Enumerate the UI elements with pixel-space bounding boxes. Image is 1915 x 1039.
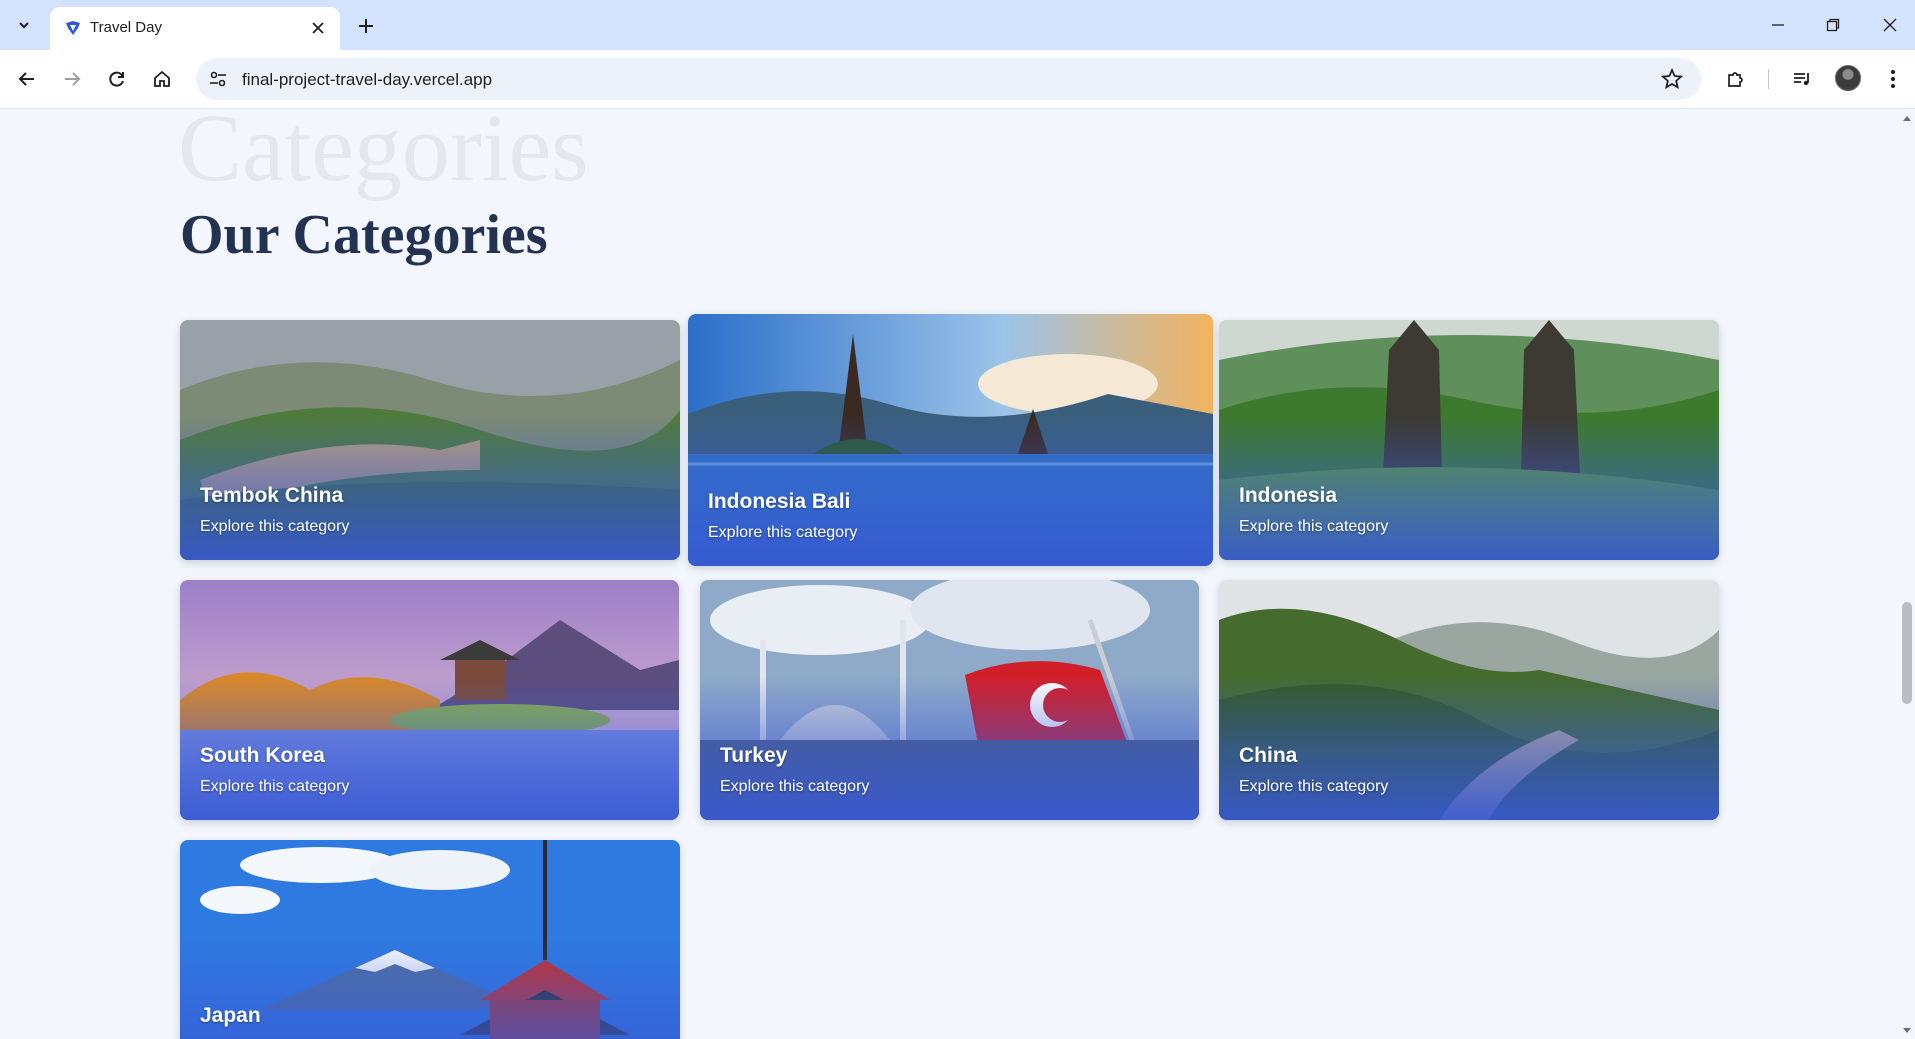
- category-card-indonesia-bali[interactable]: Indonesia Bali Explore this category: [688, 314, 1213, 566]
- category-card-tembok-china[interactable]: Tembok China Explore this category: [180, 320, 680, 560]
- media-control-icon: [1794, 73, 1809, 86]
- url-text[interactable]: final-project-travel-day.vercel.app: [242, 70, 492, 90]
- extensions-icon: [1728, 72, 1743, 87]
- home-icon: [154, 70, 170, 87]
- tab-strip: Travel Day: [0, 0, 1915, 50]
- category-card-indonesia[interactable]: Indonesia Explore this category: [1219, 320, 1719, 560]
- card-title: Japan: [200, 1004, 261, 1027]
- toolbar-divider: [1768, 69, 1769, 89]
- tab-search-button[interactable]: [10, 12, 38, 38]
- star-icon[interactable]: [1661, 68, 1683, 90]
- browser-toolbar: final-project-travel-day.vercel.app: [0, 50, 1915, 109]
- media-control-button[interactable]: [1786, 63, 1818, 95]
- scroll-down-arrow[interactable]: [1903, 1028, 1911, 1033]
- card-subtitle: Explore this category: [1239, 778, 1389, 795]
- more-icon: [1891, 70, 1895, 88]
- restore-button[interactable]: [1810, 8, 1856, 42]
- card-title: South Korea: [200, 744, 325, 767]
- card-subtitle: Explore this category: [200, 518, 350, 535]
- close-icon: [312, 22, 324, 34]
- window-close-button[interactable]: [1867, 8, 1913, 42]
- extensions-button[interactable]: [1720, 63, 1752, 95]
- card-subtitle: Explore this category: [708, 524, 858, 541]
- card-title: Indonesia Bali: [708, 490, 851, 513]
- vertical-scrollbar[interactable]: [1899, 110, 1915, 1039]
- forward-icon: [65, 72, 81, 86]
- favicon-icon: [66, 21, 80, 35]
- tab-title: Travel Day: [90, 19, 162, 36]
- address-bar[interactable]: final-project-travel-day.vercel.app: [196, 58, 1701, 100]
- page-title: Our Categories: [180, 204, 548, 266]
- page-viewport: Categories Our Categories Tembok China E…: [0, 110, 1899, 1039]
- site-settings-icon[interactable]: [208, 69, 228, 89]
- category-card-turkey[interactable]: Turkey Explore this category: [700, 580, 1199, 820]
- minimize-icon: [1772, 24, 1784, 26]
- card-title: Tembok China: [200, 484, 344, 507]
- avatar[interactable]: [1835, 65, 1861, 91]
- back-icon: [18, 72, 34, 86]
- active-tab[interactable]: Travel Day: [50, 7, 340, 50]
- forward-button[interactable]: [56, 63, 88, 95]
- back-button[interactable]: [11, 63, 43, 95]
- restore-icon: [1826, 18, 1840, 32]
- home-button[interactable]: [146, 63, 178, 95]
- card-subtitle: Explore this category: [720, 778, 870, 795]
- card-subtitle: Explore this category: [200, 778, 350, 795]
- category-card-china[interactable]: China Explore this category: [1219, 580, 1719, 820]
- window-close-icon: [1883, 18, 1897, 32]
- new-tab-button[interactable]: [352, 12, 380, 40]
- card-title: Turkey: [720, 744, 788, 767]
- minimize-button[interactable]: [1755, 8, 1801, 42]
- card-subtitle: Explore this category: [1239, 518, 1389, 535]
- category-card-south-korea[interactable]: South Korea Explore this category: [180, 580, 679, 820]
- scrollbar-thumb[interactable]: [1902, 602, 1912, 704]
- card-title: China: [1239, 744, 1298, 767]
- card-title: Indonesia: [1239, 484, 1338, 507]
- category-card-japan[interactable]: Japan: [180, 840, 680, 1039]
- more-button[interactable]: [1877, 63, 1909, 95]
- reload-icon: [109, 71, 124, 87]
- plus-icon: [359, 19, 373, 33]
- tab-search-icon: [19, 22, 29, 29]
- scroll-up-arrow[interactable]: [1903, 116, 1911, 121]
- tab-close-button[interactable]: [308, 18, 328, 38]
- section-watermark: Categories: [178, 110, 589, 201]
- reload-button[interactable]: [101, 63, 133, 95]
